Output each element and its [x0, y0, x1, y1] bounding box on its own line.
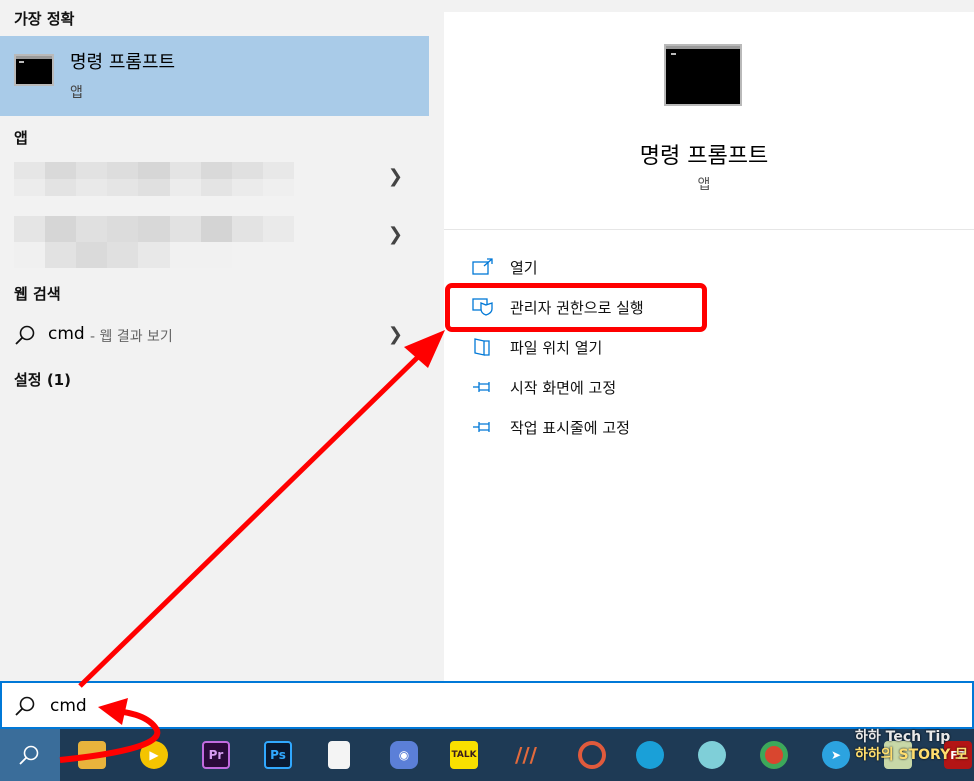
watermark: 하하 Tech Tip 하하의 STORY 모: [855, 728, 968, 764]
action-label: 작업 표시줄에 고정: [510, 418, 630, 437]
file-explorer-icon[interactable]: [78, 741, 106, 769]
photoshop-icon[interactable]: Ps: [264, 741, 292, 769]
action-label: 파일 위치 열기: [510, 338, 603, 357]
pin-icon: [473, 422, 490, 432]
file-icon[interactable]: [328, 741, 350, 769]
search-icon: [19, 745, 39, 765]
best-match-title: 명령 프롬프트: [70, 52, 176, 73]
app-result-row[interactable]: ❯: [0, 208, 429, 268]
watermark-line: 하하 Tech Tip: [855, 729, 951, 745]
search-box[interactable]: cmd: [0, 681, 974, 729]
chevron-right-icon[interactable]: ❯: [388, 224, 403, 245]
app-icon[interactable]: [698, 741, 726, 769]
watermark-line: 하하의 STORY 모: [855, 747, 968, 763]
action-label: 시작 화면에 고정: [510, 378, 617, 397]
action-pin-to-taskbar[interactable]: 작업 표시줄에 고정: [472, 414, 630, 440]
action-pin-to-start[interactable]: 시작 화면에 고정: [472, 374, 616, 400]
kakaotalk-icon[interactable]: TALK: [450, 741, 478, 769]
action-open-file-location[interactable]: 파일 위치 열기: [472, 334, 602, 360]
result-details-pane: 명령 프롬프트 앱 열기 관리자 권한으로 실행 파일 위치 열기 시작 화면에…: [444, 12, 974, 681]
best-match-result[interactable]: 명령 프롬프트 앱: [0, 36, 429, 116]
recorder-icon[interactable]: [578, 741, 606, 769]
premiere-icon[interactable]: Pr: [202, 741, 230, 769]
edge-icon[interactable]: [636, 741, 664, 769]
chevron-right-icon[interactable]: ❯: [388, 324, 403, 345]
web-search-heading: 웹 검색: [14, 285, 61, 303]
web-search-description: - 웹 결과 보기: [90, 329, 173, 345]
annotation-highlight-box: [445, 283, 707, 332]
best-match-heading: 가장 정확: [14, 10, 75, 28]
action-label: 열기: [510, 258, 538, 277]
command-prompt-icon: [664, 44, 742, 106]
web-search-result[interactable]: cmd - 웹 결과 보기 ❯: [0, 312, 429, 358]
detail-title: 명령 프롬프트: [639, 144, 769, 169]
blurred-app-name: [14, 216, 294, 268]
chevron-right-icon[interactable]: ❯: [388, 166, 403, 187]
blurred-app-name: [14, 162, 294, 196]
search-icon: [15, 696, 35, 716]
best-match-subtitle: 앱: [70, 85, 83, 101]
pin-icon: [473, 382, 490, 392]
file-location-icon: [474, 338, 490, 356]
media-player-icon[interactable]: ▶: [140, 741, 168, 769]
web-search-term: cmd: [48, 324, 85, 344]
detail-subtitle: 앱: [697, 177, 711, 193]
result-preview: 명령 프롬프트 앱: [444, 12, 974, 230]
command-prompt-icon: [14, 54, 54, 86]
open-icon: [472, 258, 493, 275]
telegram-icon[interactable]: ➤: [822, 741, 850, 769]
app-result-row[interactable]: ❯: [0, 150, 429, 208]
action-open[interactable]: 열기: [472, 254, 538, 280]
apps-heading: 앱: [14, 129, 28, 147]
chrome-icon[interactable]: [760, 741, 788, 769]
taskbar: ▶ Pr Ps ◉ TALK /// ➤ FZ: [0, 729, 974, 781]
search-icon: [15, 325, 35, 345]
search-input-value[interactable]: cmd: [50, 696, 87, 716]
camera-app-icon[interactable]: ◉: [390, 741, 418, 769]
settings-heading[interactable]: 설정 (1): [14, 369, 71, 390]
search-results-pane: 가장 정확 명령 프롬프트 앱 앱 ❯ ❯ 웹 검색 cmd - 웹 결과 보기…: [0, 0, 430, 681]
taskbar-search-button[interactable]: [0, 729, 60, 781]
app-icon[interactable]: ///: [512, 741, 540, 769]
